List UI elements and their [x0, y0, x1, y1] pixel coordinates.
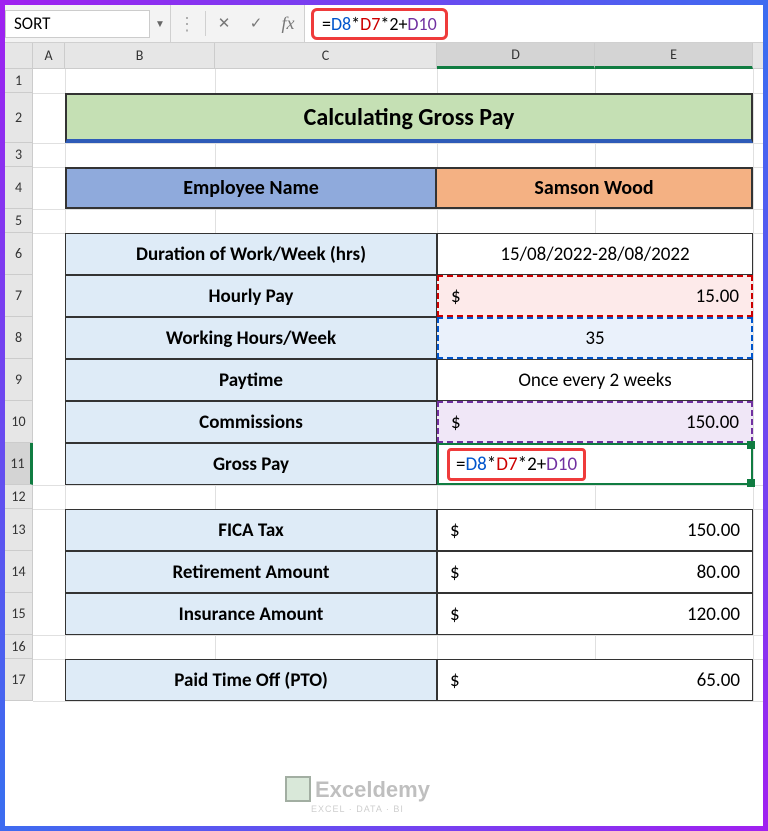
- working-hours-label[interactable]: Working Hours/Week: [65, 317, 437, 359]
- cancel-icon[interactable]: ✕: [208, 5, 240, 42]
- formula-text: =D8*D7*2+D10: [311, 8, 448, 40]
- watermark: Exceldemy EXCEL · DATA · BI: [285, 777, 430, 814]
- currency-symbol: $: [450, 603, 460, 626]
- paytime-label[interactable]: Paytime: [65, 359, 437, 401]
- watermark-text: Exceldemy: [315, 777, 430, 802]
- name-box-dropdown-icon[interactable]: ▼: [150, 17, 170, 30]
- pto-label[interactable]: Paid Time Off (PTO): [65, 659, 437, 701]
- fica-tax-value[interactable]: $ 150.00: [437, 509, 753, 551]
- row-header-14[interactable]: 14: [5, 551, 33, 593]
- currency-pair: $ 80.00: [450, 561, 740, 584]
- currency-symbol: $: [450, 561, 460, 584]
- row-headers: 1 2 3 4 5 6 7 8 9 10 11 12 13 14 15 16 1…: [5, 69, 33, 701]
- row-header-3[interactable]: 3: [5, 143, 33, 167]
- currency-pair: $ 65.00: [450, 669, 740, 692]
- col-header-C[interactable]: C: [215, 43, 437, 68]
- retirement-value[interactable]: $ 80.00: [437, 551, 753, 593]
- working-hours-value[interactable]: 35: [437, 317, 753, 359]
- fill-handle-icon[interactable]: [747, 479, 755, 487]
- pto-value[interactable]: $ 65.00: [437, 659, 753, 701]
- commissions-value[interactable]: $ 150.00: [437, 401, 753, 443]
- retirement-label[interactable]: Retirement Amount: [65, 551, 437, 593]
- currency-amount: 65.00: [697, 669, 740, 692]
- currency-pair: $ 15.00: [451, 285, 739, 308]
- currency-symbol: $: [451, 285, 461, 308]
- gross-pay-cell[interactable]: =D8*D7*2+D10: [437, 443, 753, 485]
- formula-bar-expand-icon[interactable]: ⋮: [171, 5, 203, 42]
- row-header-17[interactable]: 17: [5, 659, 33, 701]
- gross-pay-label[interactable]: Gross Pay: [65, 443, 437, 485]
- row-header-16[interactable]: 16: [5, 635, 33, 659]
- currency-amount: 150.00: [687, 519, 740, 542]
- spreadsheet-grid: A B C D E 1 2 3 4 5 6 7 8 9 10 11 12 13 …: [5, 43, 763, 701]
- currency-amount: 120.00: [687, 603, 740, 626]
- col-header-D[interactable]: D: [437, 43, 595, 69]
- hourly-pay-label[interactable]: Hourly Pay: [65, 275, 437, 317]
- currency-symbol: $: [451, 411, 461, 434]
- currency-pair: $ 150.00: [450, 519, 740, 542]
- gross-pay-formula: =D8*D7*2+D10: [447, 448, 586, 481]
- fx-icon[interactable]: fx: [272, 5, 304, 42]
- insurance-label[interactable]: Insurance Amount: [65, 593, 437, 635]
- name-box[interactable]: SORT: [5, 10, 150, 38]
- currency-symbol: $: [450, 519, 460, 542]
- employee-name-label[interactable]: Employee Name: [65, 167, 437, 209]
- name-box-container: SORT ▼: [5, 5, 171, 42]
- formula-bar: SORT ▼ ⋮ ✕ ✓ fx =D8*D7*2+D10: [5, 5, 763, 43]
- row-header-11[interactable]: 11: [5, 443, 33, 485]
- hourly-pay-value[interactable]: $ 15.00: [437, 275, 753, 317]
- currency-pair: $ 150.00: [451, 411, 739, 434]
- currency-symbol: $: [450, 669, 460, 692]
- duration-value[interactable]: 15/08/2022-28/08/2022: [437, 233, 753, 275]
- currency-amount: 80.00: [697, 561, 740, 584]
- row-header-7[interactable]: 7: [5, 275, 33, 317]
- row-header-8[interactable]: 8: [5, 317, 33, 359]
- col-header-A[interactable]: A: [33, 43, 65, 68]
- col-header-E[interactable]: E: [595, 43, 753, 69]
- row-header-10[interactable]: 10: [5, 401, 33, 443]
- col-header-B[interactable]: B: [65, 43, 215, 68]
- select-all-corner[interactable]: [5, 43, 33, 68]
- fill-handle-icon[interactable]: [747, 441, 755, 449]
- watermark-subtext: EXCEL · DATA · BI: [285, 804, 430, 814]
- confirm-icon[interactable]: ✓: [240, 5, 272, 42]
- row-header-15[interactable]: 15: [5, 593, 33, 635]
- row-header-12[interactable]: 12: [5, 485, 33, 509]
- row-header-5[interactable]: 5: [5, 209, 33, 233]
- watermark-icon: [285, 776, 311, 802]
- formula-input[interactable]: =D8*D7*2+D10: [304, 5, 763, 42]
- employee-name-value[interactable]: Samson Wood: [437, 167, 753, 209]
- duration-label[interactable]: Duration of Work/Week (hrs): [65, 233, 437, 275]
- row-header-6[interactable]: 6: [5, 233, 33, 275]
- row-header-4[interactable]: 4: [5, 167, 33, 209]
- currency-amount: 150.00: [686, 411, 739, 434]
- title-cell[interactable]: Calculating Gross Pay: [65, 93, 753, 143]
- name-box-text: SORT: [14, 13, 50, 34]
- row-header-13[interactable]: 13: [5, 509, 33, 551]
- row-header-9[interactable]: 9: [5, 359, 33, 401]
- currency-amount: 15.00: [696, 285, 739, 308]
- fica-tax-label[interactable]: FICA Tax: [65, 509, 437, 551]
- row-header-1[interactable]: 1: [5, 69, 33, 93]
- cells-area[interactable]: Calculating Gross Pay Employee Name Sams…: [33, 69, 763, 701]
- insurance-value[interactable]: $ 120.00: [437, 593, 753, 635]
- currency-pair: $ 120.00: [450, 603, 740, 626]
- paytime-value[interactable]: Once every 2 weeks: [437, 359, 753, 401]
- row-header-2[interactable]: 2: [5, 93, 33, 143]
- column-headers: A B C D E: [5, 43, 763, 69]
- commissions-label[interactable]: Commissions: [65, 401, 437, 443]
- separator: [205, 11, 206, 37]
